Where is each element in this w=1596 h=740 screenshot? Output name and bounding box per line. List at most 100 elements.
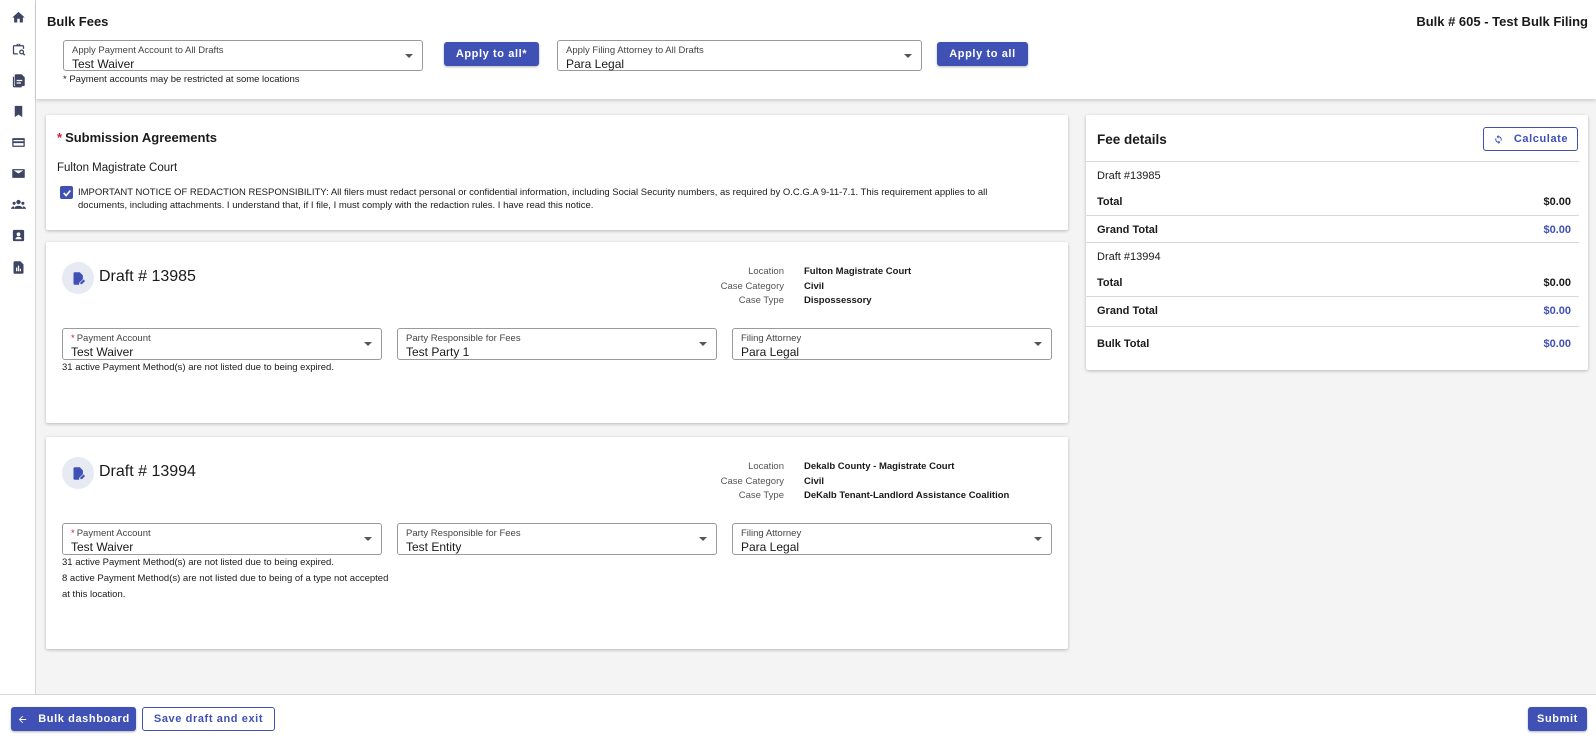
bulk-total-value: $0.00: [1543, 338, 1571, 350]
draft-title: Draft # 13985: [99, 268, 196, 285]
filing-attorney-value: Para Legal: [741, 345, 800, 359]
party-responsible-select[interactable]: Party Responsible for Fees Test Party 1: [397, 328, 717, 360]
location-label: Location: [748, 461, 784, 472]
arrow-left-icon: [19, 715, 27, 723]
draft-card: Draft # 13985 Location Fulton Magistrate…: [46, 242, 1068, 423]
apply-filing-attorney-label: Apply Filing Attorney to All Drafts: [566, 45, 704, 56]
fee-draft-row: Draft #13985: [1086, 161, 1579, 188]
chevron-down-icon: [1034, 537, 1042, 541]
payment-account-value: Test Waiver: [71, 345, 134, 359]
payment-account-select[interactable]: * Payment Account Test Waiver: [62, 328, 382, 360]
apply-payment-account-value: Test Waiver: [72, 57, 135, 71]
draft-title: Draft # 13994: [99, 463, 196, 480]
check-icon: [62, 189, 71, 197]
mail-icon[interactable]: [9, 164, 27, 182]
calculate-button[interactable]: Calculate: [1483, 127, 1578, 151]
bulk-total-row: Bulk Total $0.00: [1086, 326, 1579, 362]
location-value: Dekalb County - Magistrate Court: [804, 461, 955, 472]
payment-account-label-text: Payment Account: [76, 528, 151, 539]
filing-attorney-value: Para Legal: [741, 540, 800, 554]
refresh-icon: [1495, 134, 1502, 144]
payment-card-icon[interactable]: [9, 133, 27, 151]
submit-button[interactable]: Submit: [1528, 707, 1587, 731]
chevron-down-icon: [364, 537, 372, 541]
sidebar: [0, 0, 36, 740]
payment-restriction-note: * Payment accounts may be restricted at …: [63, 74, 300, 85]
fee-total-label: Total: [1097, 196, 1123, 208]
apply-payment-account-select[interactable]: Apply Payment Account to All Drafts Test…: [63, 40, 423, 71]
apply-filing-attorney-select[interactable]: Apply Filing Attorney to All Drafts Para…: [557, 40, 922, 71]
submission-agreements-title: * Submission Agreements: [57, 130, 217, 145]
party-responsible-label: Party Responsible for Fees: [406, 528, 521, 539]
filing-attorney-select[interactable]: Filing Attorney Para Legal: [732, 328, 1052, 360]
fee-details-title: Fee details: [1097, 132, 1167, 147]
bulk-dashboard-button[interactable]: Bulk dashboard: [11, 707, 136, 731]
fee-grand-total-label: Grand Total: [1097, 224, 1158, 236]
chevron-down-icon: [364, 342, 372, 346]
payment-account-select[interactable]: * Payment Account Test Waiver: [62, 523, 382, 555]
contact-card-icon[interactable]: [9, 226, 27, 244]
page-title: Bulk Fees: [47, 14, 109, 29]
location-label: Location: [748, 266, 784, 277]
case-type-value: Dispossessory: [804, 295, 872, 306]
fee-total-value: $0.00: [1543, 196, 1571, 208]
fee-grand-total-value: $0.00: [1543, 224, 1571, 236]
bulk-title: Bulk # 605 - Test Bulk Filing: [1416, 14, 1588, 29]
chevron-down-icon: [1034, 342, 1042, 346]
apply-attorney-to-all-button[interactable]: Apply to all: [937, 42, 1028, 66]
submission-agreements-title-text: Submission Agreements: [65, 130, 218, 145]
apply-payment-account-label: Apply Payment Account to All Drafts: [72, 45, 224, 56]
apply-payment-to-all-button[interactable]: Apply to all*: [444, 42, 539, 66]
home-icon[interactable]: [9, 8, 27, 26]
required-marker: *: [71, 528, 75, 539]
payment-account-label-text: Payment Account: [76, 333, 151, 344]
calculate-label: Calculate: [1513, 133, 1569, 145]
bulk-dashboard-label: Bulk dashboard: [38, 713, 130, 725]
filing-attorney-label: Filing Attorney: [741, 333, 802, 344]
filing-attorney-select[interactable]: Filing Attorney Para Legal: [732, 523, 1052, 555]
submission-agreements-card: * Submission Agreements Fulton Magistrate…: [46, 115, 1068, 230]
payment-account-value: Test Waiver: [71, 540, 134, 554]
people-icon[interactable]: [9, 195, 27, 213]
briefcase-search-icon[interactable]: [9, 40, 27, 58]
documents-icon[interactable]: [9, 71, 27, 89]
bulk-total-label: Bulk Total: [1097, 338, 1150, 350]
payment-method-message: 8 active Payment Method(s) are not liste…: [62, 573, 389, 584]
case-type-label: Case Type: [738, 490, 784, 501]
redaction-agreement-checkbox[interactable]: [60, 186, 73, 199]
fee-grand-total-row: Grand Total $0.00: [1086, 296, 1579, 323]
fee-draft-name: Draft #13994: [1097, 251, 1161, 263]
fee-details-card: Fee details Calculate Draft #13985 Total…: [1086, 115, 1588, 370]
chevron-down-icon: [699, 537, 707, 541]
case-type-value: DeKalb Tenant-Landlord Assistance Coalit…: [804, 490, 1010, 501]
fee-total-row: Total $0.00: [1086, 188, 1579, 215]
draft-edit-icon: [62, 262, 94, 294]
case-category-value: Civil: [804, 476, 825, 487]
party-responsible-value: Test Entity: [406, 540, 462, 554]
fee-grand-total-row: Grand Total $0.00: [1086, 215, 1579, 242]
bookmark-icon[interactable]: [9, 102, 27, 120]
fee-total-label: Total: [1097, 277, 1123, 289]
case-type-label: Case Type: [738, 295, 784, 306]
chevron-down-icon: [904, 54, 912, 58]
draft-card: Draft # 13994 Location Dekalb County - M…: [46, 437, 1068, 649]
top-bar: Bulk Fees Bulk # 605 - Test Bulk Filing …: [36, 0, 1596, 99]
fee-grand-total-value: $0.00: [1543, 305, 1571, 317]
fee-total-row: Total $0.00: [1086, 269, 1579, 296]
party-responsible-label: Party Responsible for Fees: [406, 333, 521, 344]
bottom-bar: Bulk dashboard Save draft and exit Submi…: [0, 694, 1596, 740]
chevron-down-icon: [699, 342, 707, 346]
redaction-notice-text: IMPORTANT NOTICE OF REDACTION RESPONSIBI…: [78, 187, 988, 211]
fee-draft-name: Draft #13985: [1097, 170, 1161, 182]
fee-total-value: $0.00: [1543, 277, 1571, 289]
report-icon[interactable]: [9, 258, 27, 276]
case-category-label: Case Category: [720, 281, 784, 292]
save-draft-exit-button[interactable]: Save draft and exit: [142, 707, 275, 731]
payment-account-label: * Payment Account: [71, 528, 151, 539]
location-value: Fulton Magistrate Court: [804, 266, 912, 277]
fee-draft-row: Draft #13994: [1086, 242, 1579, 269]
party-responsible-select[interactable]: Party Responsible for Fees Test Entity: [397, 523, 717, 555]
payment-method-message: 31 active Payment Method(s) are not list…: [62, 362, 334, 373]
party-responsible-value: Test Party 1: [406, 345, 470, 359]
payment-method-message: 31 active Payment Method(s) are not list…: [62, 557, 334, 568]
